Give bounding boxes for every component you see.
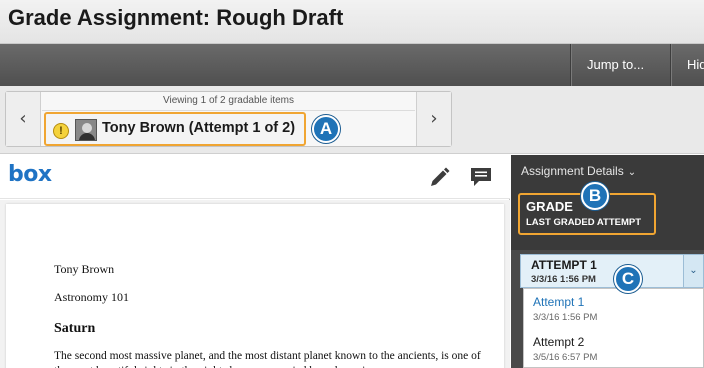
document-course: Astronomy 101: [54, 290, 129, 304]
attempts-section: ATTEMPT 1 3/3/16 1:56 PM ⌄ Attempt 1 3/3…: [511, 250, 704, 368]
callout-marker-a: A: [312, 115, 340, 143]
chevron-down-icon: ⌄: [689, 265, 698, 276]
next-item-button[interactable]: ›: [416, 92, 451, 146]
attempt-select[interactable]: ATTEMPT 1 3/3/16 1:56 PM ⌄: [520, 254, 704, 288]
attempt-option-date: 3/3/16 1:56 PM: [533, 312, 598, 323]
jump-to-button[interactable]: Jump to...: [570, 44, 670, 86]
student-attempt-selector[interactable]: ! Tony Brown (Attempt 1 of 2): [44, 112, 306, 146]
attempt-dropdown-toggle[interactable]: ⌄: [683, 255, 703, 287]
student-name-label: Tony Brown (Attempt 1 of 2): [102, 120, 296, 136]
comment-icon[interactable]: [470, 167, 492, 187]
hide-button[interactable]: Hid: [670, 44, 704, 86]
chevron-left-icon: ‹: [19, 108, 27, 129]
grade-title: GRADE: [526, 199, 573, 214]
document-page-area[interactable]: Tony Brown Astronomy 101 Saturn The seco…: [0, 200, 510, 368]
needs-grading-icon: !: [53, 123, 69, 139]
avatar: [75, 119, 97, 141]
document-author: Tony Brown: [54, 262, 115, 276]
title-bar: Grade Assignment: Rough Draft: [0, 0, 704, 44]
selected-attempt-label: ATTEMPT 1: [531, 258, 597, 272]
viewer-toolbar: box: [0, 155, 510, 199]
chevron-down-icon: ⌄: [627, 167, 637, 178]
attempt-option-2[interactable]: Attempt 2 3/5/16 6:57 PM: [524, 329, 704, 368]
previous-item-button[interactable]: ‹: [6, 92, 41, 146]
document-heading: Saturn: [54, 321, 96, 336]
callout-marker-c: C: [614, 265, 642, 293]
attempt-option-1[interactable]: Attempt 1 3/3/16 1:56 PM: [524, 289, 704, 329]
document-page: Tony Brown Astronomy 101 Saturn The seco…: [6, 204, 504, 368]
avatar-head-shape: [82, 123, 92, 133]
page-title: Grade Assignment: Rough Draft: [8, 5, 344, 30]
grade-subtitle: LAST GRADED ATTEMPT: [526, 217, 642, 228]
attempt-option-label: Attempt 2: [533, 335, 585, 349]
selected-attempt-date: 3/3/16 1:56 PM: [531, 274, 596, 285]
assignment-details-toggle[interactable]: Assignment Details ⌄: [521, 164, 636, 178]
chevron-right-icon: ›: [430, 108, 438, 129]
pencil-icon[interactable]: [428, 167, 450, 189]
avatar-body-shape: [79, 133, 95, 140]
attempt-option-date: 3/5/16 6:57 PM: [533, 352, 598, 363]
action-bar: Jump to... Hid: [0, 44, 704, 86]
document-body: The second most massive planet, and the …: [54, 350, 481, 368]
document-viewer: box Tony Brown Astronomy 101 Saturn The …: [0, 155, 510, 368]
viewing-count-text: Viewing 1 of 2 gradable items: [42, 95, 415, 111]
attempt-dropdown-menu: Attempt 1 3/3/16 1:56 PM Attempt 2 3/5/1…: [523, 288, 704, 368]
callout-marker-b: B: [581, 182, 609, 210]
grading-side-panel: Assignment Details ⌄ GRADE LAST GRADED AT…: [511, 155, 704, 368]
box-logo: box: [8, 162, 52, 187]
assignment-details-label: Assignment Details: [521, 164, 624, 178]
attempt-option-label: Attempt 1: [533, 295, 585, 309]
